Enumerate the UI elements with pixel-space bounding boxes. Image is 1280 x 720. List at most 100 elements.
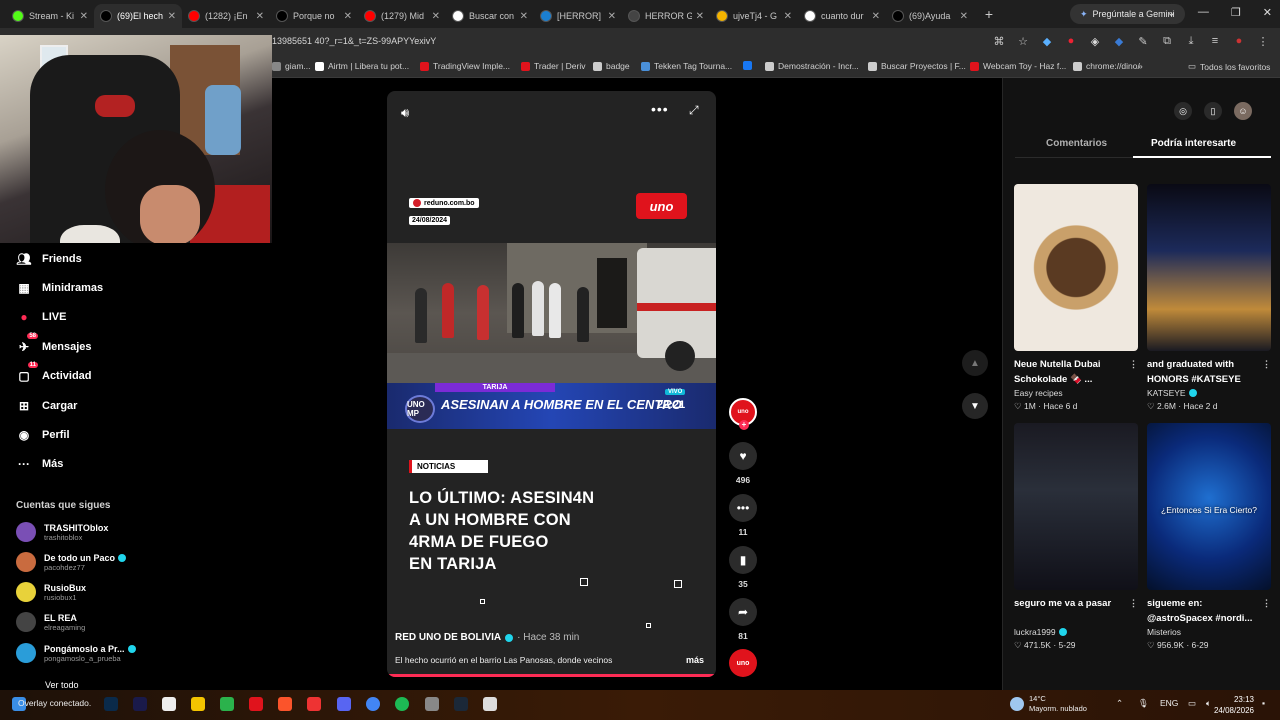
following-item[interactable]: Pongámoslo a Pr... pongamoslo_a_prueba	[16, 643, 136, 663]
spotify-icon[interactable]	[395, 697, 409, 711]
bookmark-item[interactable]: badge	[593, 61, 630, 71]
bookmark-item[interactable]: Buscar Proyectos | F...	[868, 61, 966, 71]
sidebar-item-mensajes[interactable]: ✈ 58 Mensajes	[16, 333, 92, 355]
close-icon[interactable]: ✕	[256, 11, 264, 22]
tab-suggested[interactable]: Podría interesarte	[1151, 138, 1236, 149]
video-thumbnail[interactable]	[1014, 184, 1138, 351]
browser-tab[interactable]: (69)El hech ✕	[94, 4, 182, 28]
follow-plus-icon[interactable]: +	[739, 420, 749, 430]
sidebar-item-live[interactable]: ● LIVE	[16, 309, 66, 325]
browser-tab[interactable]: Porque no ✕	[270, 4, 358, 28]
app-icon[interactable]	[249, 697, 263, 711]
close-icon[interactable]: ✕	[960, 11, 968, 22]
close-icon[interactable]: ✕	[432, 11, 440, 22]
steam-icon[interactable]	[454, 697, 468, 711]
translate-icon[interactable]: ⌘	[992, 34, 1006, 48]
browser-tab[interactable]: Stream - Ki ✕	[6, 4, 94, 28]
video-thumbnail[interactable]	[1147, 184, 1271, 351]
close-icon[interactable]: ✕	[784, 11, 792, 22]
music-disc[interactable]: uno	[729, 649, 757, 677]
close-icon[interactable]: ✕	[520, 11, 528, 22]
more-options-icon[interactable]: ⋮	[1262, 357, 1271, 372]
chevron-down-icon[interactable]: ⌄	[1167, 6, 1176, 19]
comment-button[interactable]: ••• 11	[727, 494, 759, 537]
coins-icon[interactable]: ◎	[1174, 102, 1192, 120]
next-video-button[interactable]: ▼	[962, 393, 988, 419]
following-item[interactable]: EL REA elreagaming	[16, 612, 85, 632]
extension-icon[interactable]: ●	[1064, 34, 1078, 48]
browser-tab[interactable]: [HERROR] C ✕	[534, 4, 622, 28]
app-icon[interactable]	[307, 697, 321, 711]
calendar-icon[interactable]	[162, 697, 176, 711]
browser-tab[interactable]: HERROR G ✕	[622, 4, 710, 28]
close-icon[interactable]: ✕	[608, 11, 616, 22]
bookmark-item[interactable]: giam...	[272, 61, 311, 71]
avatar[interactable]: ☺	[1234, 102, 1252, 120]
bookmark-item[interactable]: Webcam Toy - Haz f...	[970, 61, 1066, 71]
new-tab-button[interactable]: +	[980, 6, 998, 22]
minimize-icon[interactable]: —	[1198, 6, 1209, 19]
volume-icon[interactable]: 🔈︎	[1206, 698, 1211, 709]
more-options-icon[interactable]: ⋮	[1262, 596, 1271, 611]
puzzle-icon[interactable]: ⧉	[1160, 34, 1174, 48]
close-icon[interactable]: ✕	[696, 11, 704, 22]
close-icon[interactable]: ✕	[80, 11, 88, 22]
sidebar-item-más[interactable]: ··· Más	[16, 456, 63, 472]
tab-comments[interactable]: Comentarios	[1046, 138, 1107, 149]
share-button[interactable]: ➦ 81	[727, 598, 759, 641]
suggested-video-card[interactable]: and graduated with HONORS #KATSEYE ⋮ KATS…	[1147, 184, 1271, 412]
video-thumbnail[interactable]	[1014, 423, 1138, 590]
weather-icon[interactable]	[1010, 697, 1024, 711]
url-text[interactable]: 13985651 40?_r=1&_t=ZS-99APYYexivY	[272, 36, 436, 46]
close-icon[interactable]: ✕	[168, 11, 176, 22]
more-options-icon[interactable]: ⋮	[1129, 357, 1138, 372]
creator-avatar[interactable]: uno +	[727, 398, 759, 430]
following-item[interactable]: De todo un Paco pacohdez77	[16, 552, 127, 572]
fullscreen-icon[interactable]: ⤢	[689, 103, 699, 118]
extension-icon[interactable]: ◈	[1088, 34, 1102, 48]
save-button[interactable]: ▮ 35	[727, 546, 759, 589]
notifications-icon[interactable]: ▪	[1262, 698, 1265, 708]
network-icon[interactable]: ▭	[1188, 698, 1196, 709]
sidebar-item-actividad[interactable]: ▢ 11 Actividad	[16, 362, 92, 384]
device-icon[interactable]: ▯	[1204, 102, 1222, 120]
app-icon[interactable]	[425, 697, 439, 711]
extension-icon[interactable]: ✎	[1136, 34, 1150, 48]
browser-tab[interactable]: (69)Ayuda ✕	[886, 4, 974, 28]
bookmark-item[interactable]: TradingView Imple...	[420, 61, 510, 71]
restore-icon[interactable]: ❐	[1231, 6, 1241, 19]
extension-icon[interactable]: ◆	[1040, 34, 1054, 48]
following-item[interactable]: RusioBux rusiobux1	[16, 582, 86, 602]
more-options-icon[interactable]: ⋮	[1129, 596, 1138, 611]
browser-tab[interactable]: ujveTj4 - G ✕	[710, 4, 798, 28]
video-thumbnail[interactable]: ¿Entonces Si Era Cierto?	[1147, 423, 1271, 590]
video-player[interactable]: 🔊︎ ••• ⤢ reduno.com.bo 24/08/2024 uno TA…	[387, 91, 716, 677]
tray-chevron-icon[interactable]: ⌃	[1116, 698, 1123, 709]
discord-icon[interactable]	[337, 697, 351, 711]
browser-tab[interactable]: (1279) Mid ✕	[358, 4, 446, 28]
sidebar-item-friends[interactable]: 👥︎ Friends	[16, 251, 81, 267]
all-bookmarks[interactable]: ▭ Todos los favoritos	[1188, 61, 1270, 72]
weather[interactable]: 14°C Mayorm. nublado	[1029, 694, 1087, 714]
close-icon[interactable]: ✕	[1263, 6, 1272, 19]
bookmark-item[interactable]: Demostración - Incr...	[765, 61, 859, 71]
sidebar-item-perfil[interactable]: ◉ Perfil	[16, 427, 70, 443]
browser-tab[interactable]: (1282) ¡En ✕	[182, 4, 270, 28]
premiere-icon[interactable]	[133, 697, 147, 711]
browser-tab[interactable]: Buscar con ✕	[446, 4, 534, 28]
chevron-right-icon[interactable]: »	[1138, 61, 1143, 71]
bookmark-item[interactable]	[743, 61, 756, 70]
suggested-video-card[interactable]: seguro me va a pasar ⋮ luckra1999 ♡ 471.5…	[1014, 423, 1138, 651]
video-progress[interactable]	[387, 674, 716, 677]
volume-icon[interactable]: 🔊︎	[401, 105, 409, 121]
bookmark-item[interactable]: chrome://dino/	[1073, 61, 1140, 71]
brave-icon[interactable]	[278, 697, 292, 711]
browser-tab[interactable]: cuanto dur ✕	[798, 4, 886, 28]
more-link[interactable]: más	[686, 655, 704, 665]
photoshop-icon[interactable]	[104, 697, 118, 711]
video-author[interactable]: RED UNO DE BOLIVIA · Hace 38 min	[395, 632, 579, 643]
xbox-icon[interactable]	[220, 697, 234, 711]
more-options-icon[interactable]: •••	[651, 101, 669, 117]
media-icon[interactable]: ≡	[1208, 34, 1222, 48]
microphone-icon[interactable]: 🎙︎	[1138, 698, 1149, 709]
